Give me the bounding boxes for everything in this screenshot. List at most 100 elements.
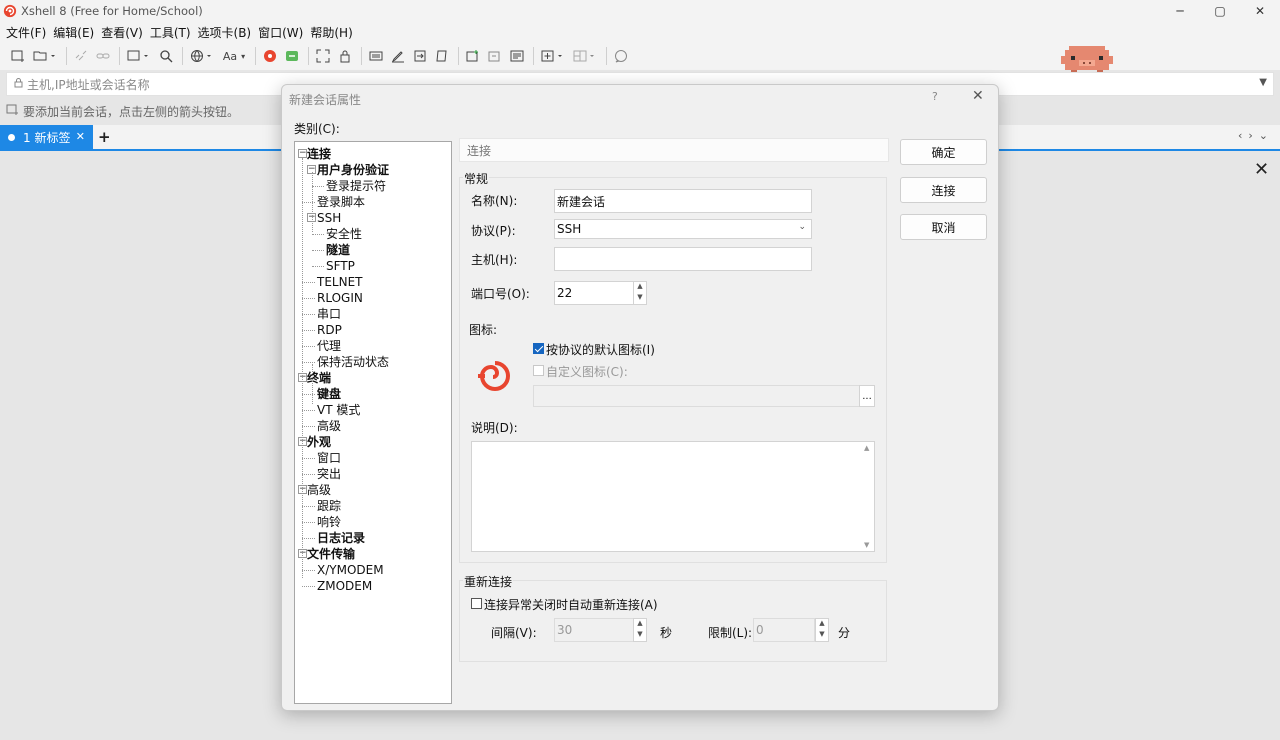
xftp-icon[interactable] [282, 46, 302, 66]
menu-view[interactable]: 查看(V) [101, 24, 143, 41]
keyboard-icon[interactable] [366, 46, 386, 66]
menu-window[interactable]: 窗口(W) [258, 24, 303, 41]
tree-item[interactable]: RDP [317, 322, 342, 338]
tree-item[interactable]: 终端 [307, 370, 331, 386]
tree-item[interactable]: TELNET [317, 274, 363, 290]
tree-item[interactable]: 响铃 [317, 514, 341, 530]
compose-icon[interactable] [388, 46, 408, 66]
tree-item[interactable]: 文件传输 [307, 546, 355, 562]
tree-item[interactable]: SFTP [326, 258, 355, 274]
tree-connector [302, 522, 315, 523]
tree-item[interactable]: 跟踪 [317, 498, 341, 514]
tree-connector [302, 202, 315, 203]
font-icon-label: Aa [222, 49, 238, 63]
description-scrollbar[interactable]: ▲ ▼ [860, 442, 875, 551]
menu-help[interactable]: 帮助(H) [310, 24, 352, 41]
tree-item[interactable]: SSH [317, 210, 341, 226]
tree-item[interactable]: 高级 [307, 482, 331, 498]
script-icon[interactable] [432, 46, 452, 66]
tab-settings-icon[interactable] [485, 46, 505, 66]
add-tab-button[interactable]: + [98, 128, 111, 146]
limit-unit: 分 [838, 626, 851, 640]
tile-icon[interactable] [507, 46, 527, 66]
menu-tabs[interactable]: 选项卡(B) [198, 24, 252, 41]
session-dropdown-icon[interactable] [124, 46, 154, 66]
category-tree[interactable]: − 连接 − 用户身份验证 登录提示符 登录脚本 − SSH 安全性 隧道 SFTP TELNET RL… [294, 141, 452, 704]
tree-item[interactable]: 窗口 [317, 450, 341, 466]
tree-item[interactable]: RLOGIN [317, 290, 363, 306]
open-folder-dropdown-icon[interactable] [30, 46, 60, 66]
tree-item[interactable]: ZMODEM [317, 578, 372, 594]
chat-icon[interactable] [611, 46, 631, 66]
interval-stepper[interactable]: ▲ ▼ [633, 618, 647, 642]
tree-item[interactable]: VT 模式 [317, 402, 360, 418]
new-tab-icon[interactable] [463, 46, 483, 66]
disconnect-icon[interactable] [71, 46, 91, 66]
add-session-icon[interactable] [6, 103, 19, 119]
tree-item[interactable]: 外观 [307, 434, 331, 450]
icon-label: 图标: [469, 323, 498, 337]
description-textarea[interactable] [471, 441, 875, 552]
cancel-button[interactable]: 取消 [900, 214, 987, 240]
tree-connector [302, 410, 315, 411]
tab-session-1[interactable]: 1 新标签 ✕ [0, 125, 93, 150]
auto-reconnect-checkbox[interactable] [471, 598, 482, 609]
tree-item[interactable]: 突出 [317, 466, 341, 482]
maximize-button[interactable]: ▢ [1200, 0, 1240, 22]
link-icon[interactable] [93, 46, 113, 66]
globe-dropdown-icon[interactable] [187, 46, 217, 66]
transfer-icon[interactable] [410, 46, 430, 66]
port-stepper[interactable]: ▲ ▼ [633, 281, 647, 305]
lock-icon[interactable] [335, 46, 355, 66]
host-input[interactable] [554, 247, 812, 271]
tree-connector [312, 234, 324, 235]
tree-item[interactable]: 连接 [307, 146, 331, 162]
new-session-properties-dialog: 新建会话属性 ? ✕ 类别(C): − 连接 − 用户身份验证 登录提示符 登录脚本 − SS… [281, 84, 999, 711]
tree-item[interactable]: 保持活动状态 [317, 354, 389, 370]
tree-item[interactable]: 登录提示符 [326, 178, 386, 194]
tab-navigation[interactable]: ‹›⌄ [1238, 129, 1274, 142]
default-icon-checkbox[interactable] [533, 343, 544, 354]
tree-item[interactable]: 键盘 [317, 386, 341, 402]
limit-stepper[interactable]: ▲ ▼ [815, 618, 829, 642]
dialog-close-button[interactable]: ✕ [972, 88, 984, 104]
connect-button[interactable]: 连接 [900, 177, 987, 203]
limit-input[interactable]: 0 [753, 618, 815, 642]
tree-item[interactable]: 高级 [317, 418, 341, 434]
title-bar: Xshell 8 (Free for Home/School) ─ ▢ ✕ [0, 0, 1280, 22]
menu-file[interactable]: 文件(F) [6, 24, 46, 41]
close-tab-icon[interactable]: ✕ [76, 130, 85, 143]
menu-tools[interactable]: 工具(T) [150, 24, 191, 41]
tree-item[interactable]: 安全性 [326, 226, 362, 242]
tree-item[interactable]: 代理 [317, 338, 341, 354]
add-dropdown-icon[interactable] [538, 46, 568, 66]
close-icon[interactable]: ✕ [1254, 159, 1269, 180]
new-session-icon[interactable] [8, 46, 28, 66]
protocol-select[interactable]: SSH ⌄ [554, 219, 812, 239]
tree-expander-icon[interactable]: − [298, 149, 307, 158]
interval-input[interactable]: 30 [554, 618, 634, 642]
tree-item[interactable]: 日志记录 [317, 530, 365, 546]
name-input[interactable]: 新建会话 [554, 189, 812, 213]
xshell-icon[interactable] [260, 46, 280, 66]
search-icon[interactable] [156, 46, 176, 66]
ok-button[interactable]: 确定 [900, 139, 987, 165]
tree-item[interactable]: 用户身份验证 [317, 162, 389, 178]
minimize-button[interactable]: ─ [1160, 0, 1200, 22]
tree-item[interactable]: 登录脚本 [317, 194, 365, 210]
close-window-button[interactable]: ✕ [1240, 0, 1280, 22]
browse-button[interactable]: ... [859, 385, 875, 407]
help-button[interactable]: ? [932, 90, 938, 103]
port-input[interactable]: 22 [554, 281, 634, 305]
toolbar-separator [66, 47, 67, 65]
tree-item[interactable]: X/YMODEM [317, 562, 384, 578]
chevron-down-icon[interactable]: ▼ [1259, 77, 1267, 88]
tree-item[interactable]: 串口 [317, 306, 341, 322]
font-dropdown[interactable]: Aa ▾ [219, 46, 249, 66]
fullscreen-icon[interactable] [313, 46, 333, 66]
interval-unit: 秒 [660, 626, 673, 640]
layout-dropdown-icon[interactable] [570, 46, 600, 66]
menu-edit[interactable]: 编辑(E) [53, 24, 94, 41]
custom-icon-checkbox[interactable] [533, 365, 544, 376]
tree-item[interactable]: 隧道 [326, 242, 350, 258]
